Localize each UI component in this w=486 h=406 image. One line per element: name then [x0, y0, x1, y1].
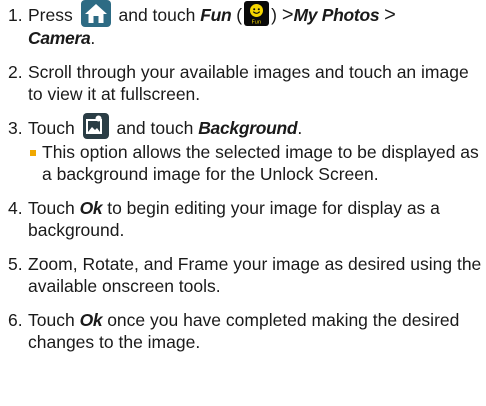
- step-3: 3. Touch and touch Background. This opti…: [8, 113, 482, 185]
- note-text: This option allows the selected image to…: [42, 142, 479, 185]
- bullet-marker: [30, 150, 36, 157]
- period: .: [90, 27, 96, 48]
- step-number: 3.: [8, 117, 23, 138]
- separator: >: [281, 4, 294, 26]
- home-icon: [80, 0, 111, 27]
- camera-label: Camera: [28, 27, 91, 48]
- fun-icon-caption: Fun: [252, 19, 262, 25]
- background-label: Background: [198, 117, 298, 138]
- step-4: 4. Touch Ok to begin editing your image …: [8, 197, 482, 241]
- step-1: 1. Press and touch Fun ( Fun ) >My Photo…: [8, 0, 482, 49]
- my-photos-label: My Photos: [293, 5, 380, 25]
- step-text: Touch: [28, 117, 75, 138]
- step-2: 2. Scroll through your available images …: [8, 61, 482, 105]
- period: .: [297, 117, 303, 138]
- step-number: 4.: [8, 198, 23, 219]
- step-text: Touch: [28, 310, 75, 331]
- step-text: Touch: [28, 198, 75, 219]
- step-3-note: This option allows the selected image to…: [28, 141, 482, 185]
- paren: ): [271, 5, 277, 25]
- step-text: and touch: [118, 5, 196, 25]
- fun-label: Fun: [200, 5, 232, 25]
- gallery-icon: [82, 113, 109, 140]
- step-text: Press: [28, 5, 73, 25]
- step-text: Zoom, Rotate, and Frame your image as de…: [28, 254, 482, 297]
- step-number: 2.: [8, 61, 23, 82]
- step-number: 6.: [8, 310, 23, 331]
- separator: >: [384, 4, 396, 26]
- instruction-steps: 1. Press and touch Fun ( Fun ) >My Photo…: [8, 0, 482, 365]
- step-5: 5. Zoom, Rotate, and Frame your image as…: [8, 253, 482, 297]
- step-6: 6. Touch Ok once you have completed maki…: [8, 309, 482, 353]
- step-number: 5.: [8, 254, 23, 275]
- step-text: Scroll through your available images and…: [28, 61, 469, 104]
- step-number: 1.: [8, 5, 23, 25]
- fun-smiley-icon: Fun: [244, 0, 270, 26]
- ok-label: Ok: [79, 198, 103, 219]
- ok-label: Ok: [79, 310, 103, 331]
- paren: (: [236, 5, 243, 25]
- step-text: and touch: [116, 117, 194, 138]
